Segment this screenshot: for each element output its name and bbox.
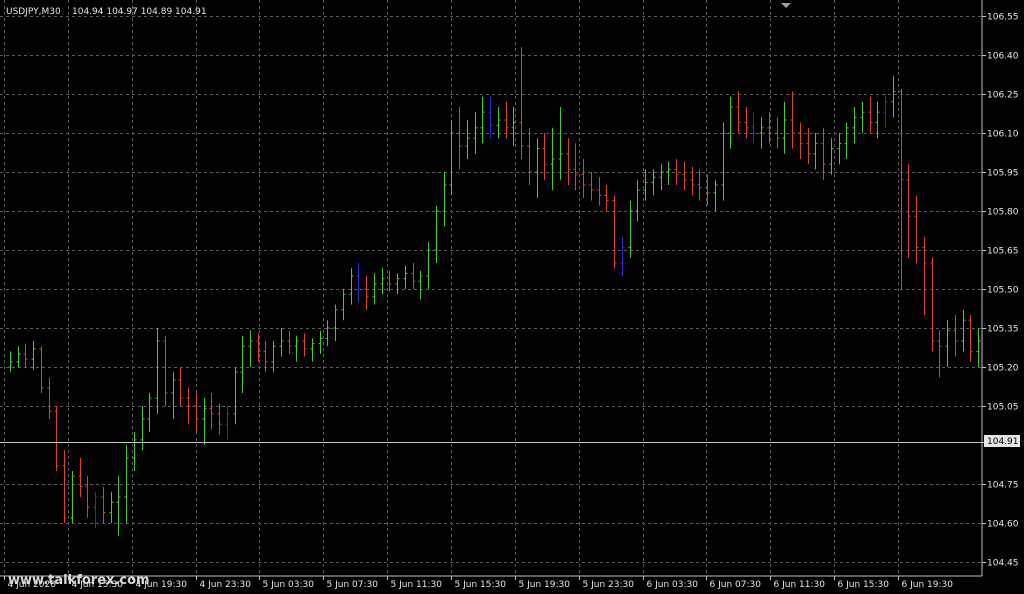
price-axis[interactable]: 106.55 106.40 106.25 106.10 105.95 105.80 105.… (982, 13, 1019, 569)
price-tick-label: 106.25 (987, 91, 1019, 101)
price-tick-label: 105.80 (987, 208, 1019, 218)
chart-window[interactable]: 106.55 106.40 106.25 106.10 105.95 105.80 105.… (0, 0, 1024, 594)
price-tick-label: 106.10 (987, 130, 1019, 140)
price-tick-label: 104.45 (987, 559, 1019, 569)
time-tick-label: 6 Jun 07:30 (710, 580, 762, 590)
price-tick-label: 105.20 (987, 364, 1019, 374)
price-tick-label: 105.95 (987, 169, 1019, 179)
current-price-tag: 104.91 (984, 435, 1020, 447)
price-tick-label: 105.05 (987, 403, 1019, 413)
svg-text:104.91: 104.91 (987, 437, 1019, 447)
symbol-label: USDJPY,M30 (6, 7, 61, 17)
time-tick-label: 6 Jun 19:30 (902, 580, 954, 590)
ohlc-values: 104.94 104.97 104.89 104.91 (72, 7, 207, 17)
chart-background (0, 0, 1024, 594)
time-tick-label: 5 Jun 11:30 (391, 580, 443, 590)
price-tick-label: 105.50 (987, 286, 1019, 296)
time-tick-label: 5 Jun 15:30 (455, 580, 507, 590)
time-tick-label: 4 Jun 23:30 (200, 580, 252, 590)
time-tick-label: 5 Jun 03:30 (263, 580, 315, 590)
time-tick-label: 5 Jun 23:30 (583, 580, 635, 590)
time-tick-label: 6 Jun 11:30 (774, 580, 826, 590)
time-tick-label: 5 Jun 07:30 (327, 580, 379, 590)
price-tick-label: 104.60 (987, 520, 1019, 530)
time-tick-label: 6 Jun 03:30 (647, 580, 699, 590)
price-tick-label: 106.55 (987, 13, 1019, 23)
price-chart[interactable]: 106.55 106.40 106.25 106.10 105.95 105.80 105.… (0, 0, 1024, 594)
price-tick-label: 104.75 (987, 481, 1019, 491)
price-tick-label: 105.65 (987, 247, 1019, 257)
time-tick-label: 6 Jun 15:30 (838, 580, 890, 590)
watermark: www.talkforex.com (8, 573, 150, 588)
time-tick-label: 5 Jun 19:30 (519, 580, 571, 590)
price-tick-label: 106.40 (987, 52, 1019, 62)
price-tick-label: 105.35 (987, 325, 1019, 335)
